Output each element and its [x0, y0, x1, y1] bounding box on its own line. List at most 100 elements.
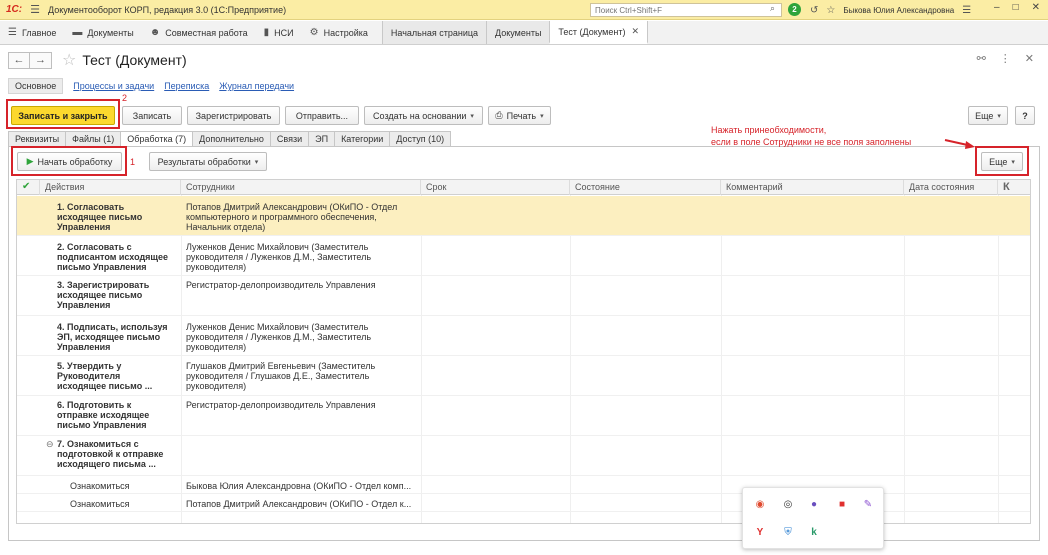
tab-processing[interactable]: Обработка (7) — [121, 131, 194, 147]
highlight-box-start-processing — [11, 146, 127, 176]
row-action: 6. Подготовить к отправке исходящее письмо… — [57, 400, 150, 430]
column-header-state-date[interactable]: Дата состояния — [904, 180, 998, 195]
close-form-icon[interactable]: ✕ — [1025, 52, 1034, 65]
row-action: 2. Согласовать с подписантом исходящее пис… — [57, 242, 169, 272]
grid-header: ✔ Действия Сотрудники Срок Состояние Ком… — [17, 180, 1030, 195]
settings-menu-icon[interactable]: ☰ — [962, 5, 971, 16]
app-icon-eye[interactable]: ◎ — [781, 498, 795, 512]
app-icon-feather[interactable]: ✎ — [861, 498, 875, 512]
app-icon-camera[interactable]: ■ — [835, 498, 849, 512]
send-button[interactable]: Отправить... — [285, 106, 359, 125]
notification-badge: 2 — [788, 3, 801, 16]
print-button[interactable]: ⎙ Печать ▾ — [488, 106, 551, 125]
column-header-k[interactable]: К — [998, 180, 1030, 195]
menu-icon: ☰ — [8, 27, 17, 38]
row-action: 5. Утвердить у Руководителя исходящее пись… — [57, 361, 153, 391]
column-header-comment[interactable]: Комментарий — [721, 180, 904, 195]
table-row[interactable]: 2. Согласовать с подписантом исходящее пис… — [17, 236, 1030, 276]
section-nsi[interactable]: ▮ НСИ — [256, 21, 302, 44]
row-employees: Регистратор-делопроизводитель Управления — [186, 280, 376, 290]
column-header-employees[interactable]: Сотрудники — [181, 180, 421, 195]
create-based-on-button[interactable]: Создать на основании ▾ — [364, 106, 483, 125]
printer-icon: ⎙ — [495, 110, 503, 120]
section-documents[interactable]: ▬ Документы — [64, 21, 141, 44]
form-header: ← → ☆ Тест (Документ) — [8, 50, 187, 70]
tab-requisites[interactable]: Реквизиты — [8, 131, 67, 147]
notifications-button[interactable]: 2 — [788, 3, 802, 17]
row-employees: Глушаков Дмитрий Евгеньевич (Заместитель… — [186, 361, 376, 391]
save-button[interactable]: Записать — [122, 106, 182, 125]
section-settings[interactable]: ⚙ Настройка — [302, 21, 376, 44]
subnav-transfer-log-link[interactable]: Журнал передачи — [219, 81, 294, 91]
subnav-processes-link[interactable]: Процессы и задачи — [73, 81, 154, 91]
table-row-group[interactable]: ⊖ 7. Ознакомиться с подготовкой к отправк… — [17, 436, 1030, 476]
chevron-down-icon: ▾ — [540, 112, 544, 120]
processing-results-button[interactable]: Результаты обработки ▾ — [149, 152, 267, 171]
highlight-box-more — [975, 146, 1029, 176]
close-tab-icon[interactable]: ✕ — [631, 26, 639, 37]
section-main[interactable]: ☰ Главное — [0, 21, 64, 44]
processing-grid: ✔ Действия Сотрудники Срок Состояние Ком… — [16, 179, 1031, 524]
tab-additional[interactable]: Дополнительно — [193, 131, 271, 147]
highlight-box-save-close — [6, 99, 120, 129]
row-action: 1. Согласовать исходящее письмо Управления — [57, 202, 143, 232]
table-row[interactable]: 3. Зарегистрировать исходящее письмо Управ… — [17, 276, 1030, 316]
yandex-icon[interactable]: Y — [753, 526, 767, 540]
form-tabs: Реквизиты Файлы (1) Обработка (7) Дополн… — [8, 131, 452, 147]
section-collaboration[interactable]: ☻ Совместная работа — [142, 21, 256, 44]
link-icon[interactable]: ⚯ — [977, 52, 986, 65]
chevron-down-icon: ▾ — [470, 112, 474, 120]
row-employees: Потапов Дмитрий Александрович (ОКиПО - О… — [186, 499, 412, 509]
open-tab-home[interactable]: Начальная страница — [381, 21, 487, 44]
tab-access[interactable]: Доступ (10) — [390, 131, 452, 147]
app-icon-record[interactable]: ● — [807, 498, 821, 512]
global-search-input[interactable] — [590, 3, 782, 17]
favorites-star-icon[interactable]: ☆ — [826, 5, 835, 16]
form-header-tools: ⚯ ⋮ ✕ — [977, 52, 1034, 65]
more-vertical-icon[interactable]: ⋮ — [1000, 52, 1011, 65]
tab-signature[interactable]: ЭП — [309, 131, 336, 147]
row-action: Ознакомиться — [70, 481, 130, 491]
form-subnav: Основное Процессы и задачи Переписка Жур… — [8, 78, 294, 94]
column-header-deadline[interactable]: Срок — [421, 180, 570, 195]
open-tab-current-document[interactable]: Тест (Документ) ✕ — [549, 21, 649, 44]
minimize-icon[interactable]: – — [994, 2, 1000, 13]
collapse-icon[interactable]: ⊖ — [46, 439, 54, 449]
table-row[interactable]: 6. Подготовить к отправке исходящее письмо… — [17, 396, 1030, 436]
menu-icon[interactable]: ☰ — [30, 3, 40, 16]
subnav-main[interactable]: Основное — [8, 78, 64, 94]
table-row[interactable]: 5. Утвердить у Руководителя исходящее пись… — [17, 356, 1030, 396]
row-action: Ознакомиться — [70, 499, 130, 509]
help-button[interactable]: ? — [1015, 106, 1035, 125]
open-tab-documents[interactable]: Документы — [486, 21, 550, 44]
annotation-marker-1: 1 — [130, 157, 136, 167]
register-button[interactable]: Зарегистрировать — [187, 106, 280, 125]
user-name[interactable]: Быкова Юлия Александровна — [843, 6, 954, 15]
search-icon[interactable]: ⌕ — [770, 3, 775, 14]
subnav-correspondence-link[interactable]: Переписка — [164, 81, 209, 91]
favorite-star-icon[interactable]: ☆ — [62, 50, 76, 70]
tab-links[interactable]: Связи — [270, 131, 310, 147]
shield-icon[interactable]: ⛨ — [781, 526, 795, 540]
row-action: 7. Ознакомиться с подготовкой к отправке и… — [57, 439, 164, 469]
app-icon-k[interactable]: k — [807, 526, 821, 540]
table-row[interactable]: 4. Подписать, используя ЭП, исходящее пис… — [17, 316, 1030, 356]
forward-arrow-icon[interactable]: → — [30, 51, 52, 69]
form-more-button[interactable]: Еще ▾ — [968, 106, 1008, 125]
app-title: Документооборот КОРП, редакция 3.0 (1С:П… — [48, 4, 287, 15]
row-action: 4. Подписать, используя ЭП, исходящее пис… — [57, 322, 168, 352]
column-header-actions[interactable]: Действия — [40, 180, 181, 195]
gear-icon: ⚙ — [309, 27, 319, 38]
table-row[interactable]: 1. Согласовать исходящее письмо Управления… — [17, 196, 1030, 236]
history-icon[interactable]: ↺ — [810, 5, 818, 16]
people-icon: ☻ — [149, 27, 161, 38]
app-icon-red[interactable]: ◉ — [753, 498, 767, 512]
close-window-icon[interactable]: ✕ — [1032, 2, 1040, 13]
row-action: 3. Зарегистрировать исходящее письмо Управ… — [57, 280, 150, 310]
tab-files[interactable]: Файлы (1) — [66, 131, 122, 147]
tab-categories[interactable]: Категории — [335, 131, 391, 147]
column-header-state[interactable]: Состояние — [570, 180, 721, 195]
check-all-icon[interactable]: ✔ — [17, 180, 40, 195]
back-arrow-icon[interactable]: ← — [8, 51, 30, 69]
maximize-icon[interactable]: □ — [1013, 2, 1019, 13]
